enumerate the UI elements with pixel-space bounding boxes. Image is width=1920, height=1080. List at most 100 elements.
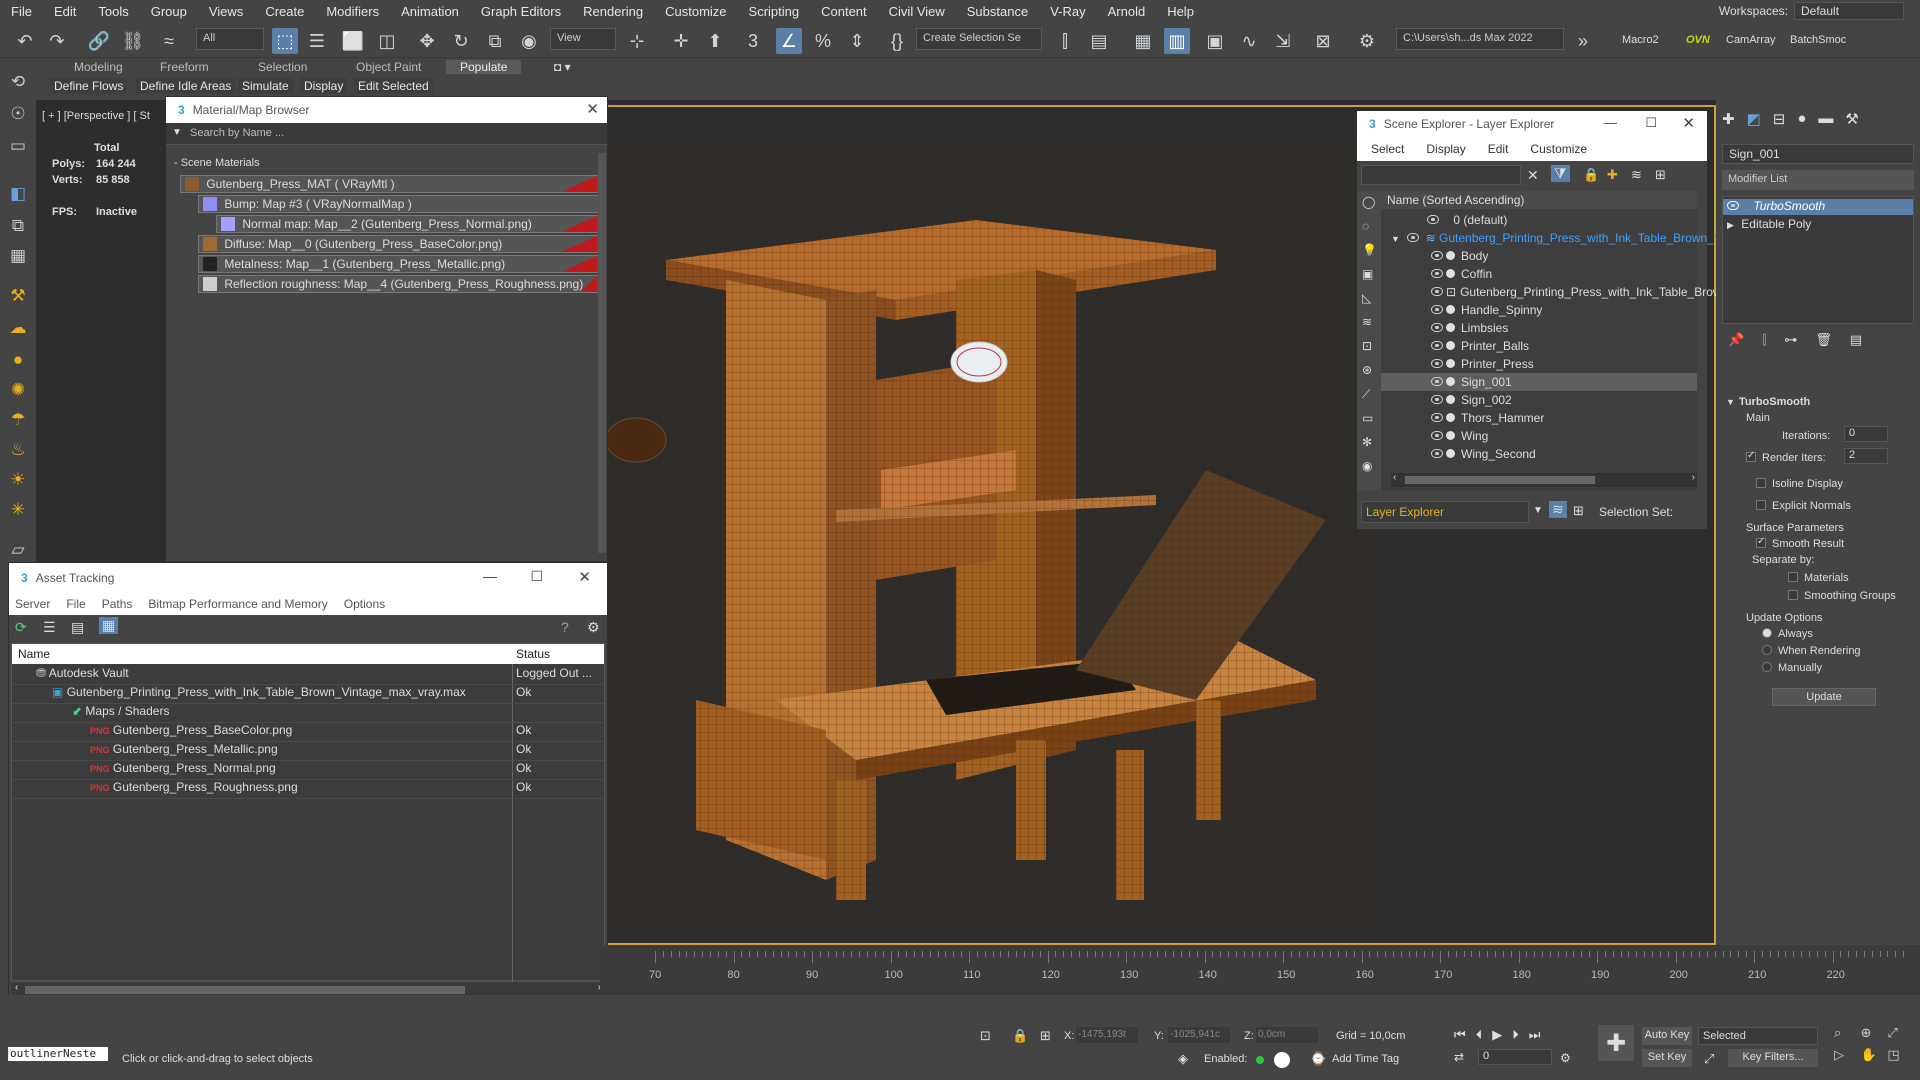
scene-hscrollbar[interactable]: ‹ ›	[1391, 472, 1697, 487]
fov-icon[interactable]: ▷	[1834, 1047, 1861, 1069]
manually-row[interactable]: Manually	[1762, 662, 1822, 674]
hammer-icon[interactable]: ⚒	[6, 284, 30, 308]
key-selection-dropdown[interactable]: Selected	[1698, 1027, 1818, 1045]
always-radio[interactable]	[1762, 628, 1772, 638]
ribbon-tab-selection[interactable]: Selection	[258, 60, 307, 74]
table-row[interactable]: PNG Gutenberg_Press_Roughness.png Ok	[12, 780, 604, 799]
align-icon[interactable]: ▤	[1086, 28, 1112, 54]
render-setup-icon[interactable]: ⚙	[1354, 28, 1380, 54]
pivot-center-icon[interactable]: ⊹	[624, 28, 650, 54]
eye-icon[interactable]	[1431, 431, 1443, 440]
zoom-all-icon[interactable]: ⊕	[1861, 1025, 1888, 1047]
minimize-icon[interactable]: —	[483, 568, 497, 584]
key-filters-button[interactable]: Key Filters...	[1728, 1049, 1818, 1067]
thumbnail-view-icon[interactable]: ▤	[71, 619, 84, 636]
material-search-bar[interactable]: ▼ Search by Name ...	[166, 123, 607, 145]
clone-icon[interactable]: ⧉	[6, 214, 30, 238]
material-scrollbar[interactable]	[598, 153, 606, 553]
modifier-turbosmooth[interactable]: TurboSmooth	[1723, 199, 1913, 215]
scene-explorer-titlebar[interactable]: 3 Scene Explorer - Layer Explorer — ☐ ✕	[1357, 111, 1707, 137]
maximize-viewport-icon[interactable]: ◳	[1887, 1047, 1914, 1069]
rect-selection-icon[interactable]: ⬜	[340, 28, 366, 54]
layer-main[interactable]: ▼ ≋ Gutenberg_Printing_Press_with_Ink_Ta…	[1381, 229, 1722, 247]
menu-file[interactable]: File	[66, 597, 85, 611]
placement-icon[interactable]: ◉	[516, 28, 542, 54]
scene-object-wing-second[interactable]: Wing_Second	[1381, 445, 1697, 463]
scene-object-coffin[interactable]: Coffin	[1381, 265, 1697, 283]
iterations-spinner[interactable]: 0	[1844, 426, 1888, 442]
menu-rendering[interactable]: Rendering	[572, 4, 654, 19]
z-coord-field[interactable]: 0,0cm	[1256, 1027, 1318, 1043]
maxscript-listener[interactable]: outlinerNeste	[8, 1047, 108, 1061]
close-icon[interactable]: ✕	[1682, 114, 1695, 132]
menu-file[interactable]: File	[0, 4, 43, 19]
render-iters-spinner[interactable]: 2	[1844, 448, 1888, 464]
isolate-icon[interactable]: ⊡	[980, 1028, 991, 1044]
container-filter-icon[interactable]: ▭	[1362, 411, 1373, 425]
close-icon[interactable]: ✕	[578, 568, 591, 586]
motion-tab-icon[interactable]: ●	[1797, 110, 1806, 132]
eye-icon[interactable]	[1431, 323, 1443, 332]
material-item-bump[interactable]: Bump: Map #3 ( VRayNormalMap )	[198, 195, 600, 213]
menu-graph-editors[interactable]: Graph Editors	[470, 4, 572, 19]
visibility-filter-icon[interactable]: ◉	[1362, 459, 1372, 473]
scene-object-sign-002[interactable]: Sign_002	[1381, 391, 1697, 409]
go-to-end-icon[interactable]: ⏭	[1529, 1027, 1541, 1045]
select-object-icon[interactable]: ⬚	[272, 28, 298, 54]
scene-object-wing[interactable]: Wing	[1381, 427, 1697, 445]
lock-icon[interactable]: 🔒	[1583, 167, 1599, 183]
particle-filter-icon[interactable]: ✻	[1362, 435, 1372, 449]
rotate-icon[interactable]: ↻	[448, 28, 474, 54]
scene-tree-header[interactable]: Name (Sorted Ascending)	[1381, 191, 1697, 209]
manually-radio[interactable]	[1762, 662, 1772, 672]
scene-object-handle-spinny[interactable]: Handle_Spinny	[1381, 301, 1697, 319]
hierarchy-icon[interactable]: ⊞	[1655, 167, 1666, 183]
xref-filter-icon[interactable]: ⊛	[1362, 363, 1372, 377]
bone-filter-icon[interactable]: ⟋	[1362, 387, 1370, 402]
chevron-down-icon[interactable]: ▼	[172, 127, 182, 138]
absolute-mode-icon[interactable]: ⊞	[1040, 1028, 1051, 1044]
scene-object-printer-press[interactable]: Printer_Press	[1381, 355, 1697, 373]
ovn-button[interactable]: OVN	[1686, 34, 1710, 46]
maximize-icon[interactable]: ☐	[530, 568, 543, 585]
scene-object-limbsies[interactable]: Limbsies	[1381, 319, 1697, 337]
filter-icon[interactable]: ⧩	[1551, 165, 1570, 182]
ribbon-tab-populate[interactable]: Populate	[446, 60, 522, 74]
layer-explorer-icon[interactable]: ▦	[1130, 28, 1156, 54]
eye-icon[interactable]	[1727, 201, 1739, 210]
smooth-result-checkbox[interactable]	[1756, 538, 1766, 548]
plane-icon[interactable]: ▱	[6, 538, 30, 562]
link-icon[interactable]: 🔗	[86, 28, 112, 54]
asset-tracking-titlebar[interactable]: 3 Asset Tracking — ☐ ✕	[9, 563, 607, 593]
menu-vray[interactable]: V-Ray	[1039, 4, 1096, 19]
shape-filter-icon[interactable]: ◌	[1362, 219, 1369, 233]
scene-object-sign-001[interactable]: Sign_001	[1381, 373, 1697, 391]
scroll-left-icon[interactable]: ‹	[1393, 472, 1396, 483]
table-row[interactable]: PNG Gutenberg_Press_BaseColor.png Ok	[12, 723, 604, 742]
when-rendering-row[interactable]: When Rendering	[1762, 645, 1861, 657]
pin-stack-icon[interactable]: 📌	[1728, 332, 1744, 354]
spark-icon[interactable]: ✳	[6, 498, 30, 522]
menu-customize[interactable]: Customize	[654, 4, 737, 19]
window-crossing-icon[interactable]: ◫	[374, 28, 400, 54]
container-icon[interactable]: ◧	[6, 182, 30, 206]
material-item-normal[interactable]: Normal map: Map__2 (Gutenberg_Press_Norm…	[216, 215, 600, 233]
add-time-tag-button[interactable]: Add Time Tag	[1332, 1053, 1399, 1065]
eye-icon[interactable]	[1431, 269, 1443, 278]
object-name-field[interactable]: Sign_001	[1722, 144, 1914, 164]
ribbon-options-icon[interactable]: ◘ ▾	[554, 60, 571, 74]
remove-modifier-icon[interactable]: 🗑	[1815, 332, 1832, 354]
eye-icon[interactable]	[1431, 287, 1443, 296]
angle-snap-icon[interactable]: ∠	[776, 28, 802, 54]
play-icon[interactable]: ▶	[1492, 1027, 1502, 1045]
scroll-left-icon[interactable]: ‹	[15, 982, 18, 993]
adaptive-degradation-icon[interactable]: ◈	[1178, 1051, 1188, 1067]
keyboard-shortcut-icon[interactable]: ⬆	[702, 28, 728, 54]
explorer-type-dropdown[interactable]: Layer Explorer	[1361, 501, 1529, 523]
ribbon-tab-modeling[interactable]: Modeling	[74, 60, 123, 74]
sun-icon[interactable]: ☀	[6, 468, 30, 492]
material-item-diffuse[interactable]: Diffuse: Map__0 (Gutenberg_Press_BaseCol…	[198, 235, 600, 253]
zoom-extents-icon[interactable]: ⤢	[1887, 1025, 1914, 1047]
key-mode-icon[interactable]: ⤢	[1704, 1051, 1714, 1067]
layer-toggle-icon[interactable]: ≋	[1549, 501, 1567, 518]
